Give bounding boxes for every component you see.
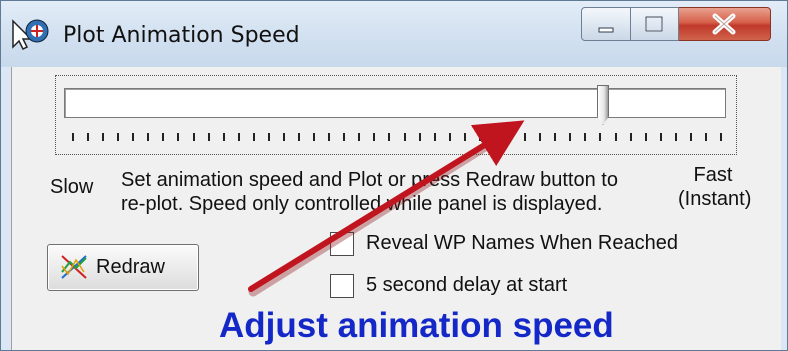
slider-tick bbox=[313, 133, 315, 141]
slider-tick bbox=[268, 133, 270, 141]
slider-tick bbox=[253, 133, 255, 141]
slider-tick bbox=[132, 133, 134, 141]
slider-tick bbox=[343, 133, 345, 141]
slider-tick bbox=[660, 133, 662, 141]
slider-tick bbox=[193, 133, 195, 141]
maximize-icon bbox=[645, 16, 663, 32]
speed-slider-thumb[interactable] bbox=[597, 85, 609, 125]
slider-tick bbox=[599, 133, 601, 141]
fast-label-line-1: Fast bbox=[693, 164, 733, 186]
fast-label: Fast (Instant) bbox=[678, 163, 752, 211]
reveal-wp-names-label: Reveal WP Names When Reached bbox=[366, 232, 678, 254]
fast-label-line-2: (Instant) bbox=[678, 188, 752, 210]
slider-tick bbox=[720, 133, 722, 141]
slider-tick bbox=[388, 133, 390, 141]
slider-tick bbox=[208, 133, 210, 141]
slider-tick bbox=[494, 133, 496, 141]
slider-tick bbox=[584, 133, 586, 141]
minimize-icon bbox=[598, 27, 614, 33]
slider-tick bbox=[223, 133, 225, 141]
slider-tick bbox=[554, 133, 556, 141]
speed-slider-focus-box bbox=[55, 75, 737, 155]
delay-at-start-checkbox[interactable] bbox=[330, 274, 354, 298]
slider-tick bbox=[645, 133, 647, 141]
slider-tick bbox=[615, 133, 617, 141]
slow-label: Slow bbox=[50, 176, 94, 198]
slider-tick bbox=[162, 133, 164, 141]
slider-tick bbox=[539, 133, 541, 141]
slider-tick bbox=[675, 133, 677, 141]
slider-tick bbox=[328, 133, 330, 141]
slider-tick bbox=[373, 133, 375, 141]
slider-tick bbox=[705, 133, 707, 141]
slider-tick bbox=[479, 133, 481, 141]
slider-tick bbox=[690, 133, 692, 141]
slider-tick bbox=[569, 133, 571, 141]
maximize-button[interactable] bbox=[631, 7, 679, 41]
slider-tick bbox=[102, 133, 104, 141]
slider-tick bbox=[434, 133, 436, 141]
slider-tick bbox=[419, 133, 421, 141]
slider-tick bbox=[358, 133, 360, 141]
reveal-wp-names-checkbox[interactable] bbox=[330, 232, 354, 256]
title-bar[interactable]: Plot Animation Speed bbox=[1, 1, 787, 67]
plot-animation-speed-window: Plot Animation Speed Slow Set animation … bbox=[0, 0, 788, 351]
speed-description-line-2: re-plot. Speed only controlled while pan… bbox=[121, 193, 603, 215]
slider-tick bbox=[630, 133, 632, 141]
slider-tick bbox=[147, 133, 149, 141]
minimize-button[interactable] bbox=[581, 7, 631, 41]
slider-tick bbox=[238, 133, 240, 141]
slider-tick bbox=[87, 133, 89, 141]
annotation-text: Adjust animation speed bbox=[219, 306, 614, 345]
close-icon bbox=[712, 13, 736, 35]
speed-description: Set animation speed and Plot or press Re… bbox=[121, 168, 681, 216]
slider-tick bbox=[524, 133, 526, 141]
slider-tick bbox=[72, 133, 74, 141]
close-button[interactable] bbox=[679, 7, 771, 41]
speed-slider-ticks bbox=[72, 133, 722, 143]
slider-tick bbox=[177, 133, 179, 141]
app-plot-icon bbox=[12, 19, 49, 51]
redraw-button-label: Redraw bbox=[96, 256, 165, 278]
delay-at-start-label: 5 second delay at start bbox=[366, 274, 568, 296]
slider-tick bbox=[449, 133, 451, 141]
slider-tick bbox=[298, 133, 300, 141]
slider-tick bbox=[464, 133, 466, 141]
redraw-button[interactable]: Redraw bbox=[47, 244, 199, 291]
slider-tick bbox=[117, 133, 119, 141]
speed-slider-track[interactable] bbox=[64, 88, 726, 118]
window-title: Plot Animation Speed bbox=[63, 23, 300, 48]
slider-tick bbox=[283, 133, 285, 141]
slider-tick bbox=[404, 133, 406, 141]
slider-tick bbox=[509, 133, 511, 141]
redraw-icon bbox=[61, 255, 87, 279]
speed-description-line-1: Set animation speed and Plot or press Re… bbox=[121, 169, 618, 191]
